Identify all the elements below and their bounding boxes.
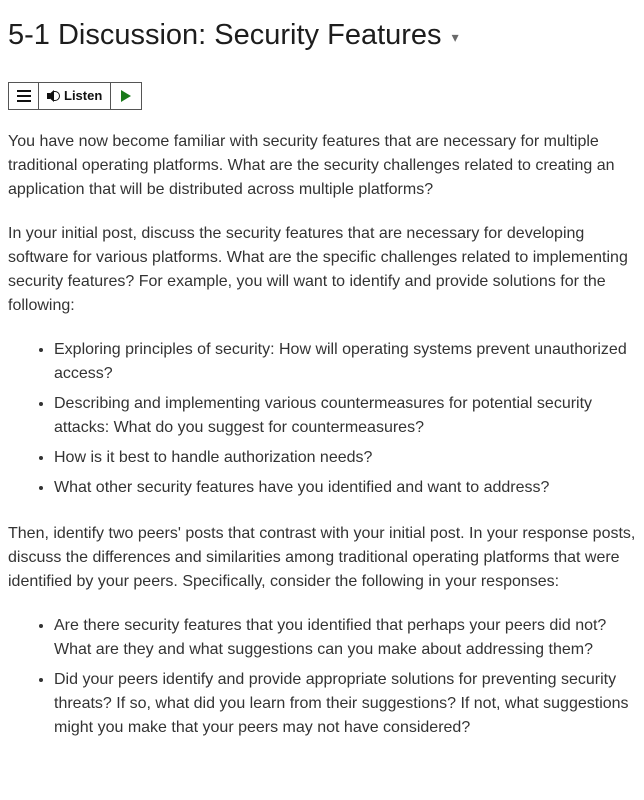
audio-toolbar: Listen xyxy=(8,82,142,110)
response-post-list: Are there security features that you ide… xyxy=(8,614,636,740)
play-icon xyxy=(121,90,131,102)
menu-button[interactable] xyxy=(9,83,39,109)
chevron-down-icon[interactable]: ▾ xyxy=(452,27,459,48)
content-body: You have now become familiar with securi… xyxy=(8,130,636,740)
list-item: Are there security features that you ide… xyxy=(54,614,636,662)
prompt-paragraph: In your initial post, discuss the securi… xyxy=(8,222,636,318)
list-item: Exploring principles of security: How wi… xyxy=(54,338,636,386)
listen-button[interactable]: Listen xyxy=(39,83,111,109)
list-item: How is it best to handle authorization n… xyxy=(54,446,636,470)
list-item: Did your peers identify and provide appr… xyxy=(54,668,636,740)
response-intro-paragraph: Then, identify two peers' posts that con… xyxy=(8,522,636,594)
speaker-icon xyxy=(47,90,59,102)
list-item: Describing and implementing various coun… xyxy=(54,392,636,440)
list-item: What other security features have you id… xyxy=(54,476,636,500)
intro-paragraph: You have now become familiar with securi… xyxy=(8,130,636,202)
page-title-text: 5-1 Discussion: Security Features xyxy=(8,14,442,58)
initial-post-list: Exploring principles of security: How wi… xyxy=(8,338,636,500)
listen-label: Listen xyxy=(64,86,102,106)
play-button[interactable] xyxy=(111,83,141,109)
page-title: 5-1 Discussion: Security Features ▾ xyxy=(8,14,636,58)
